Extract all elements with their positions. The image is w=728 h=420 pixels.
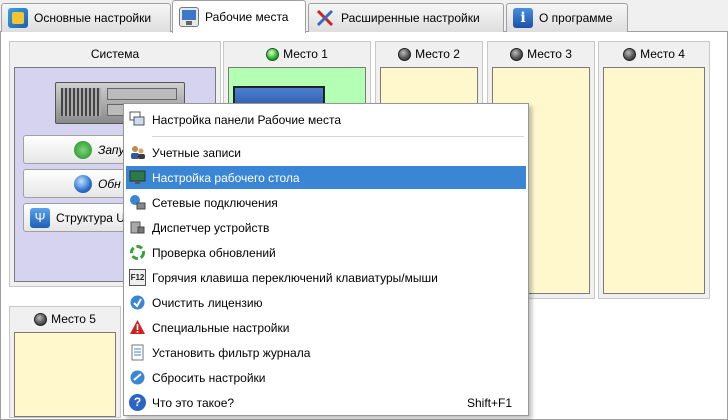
desktop-icon (129, 169, 146, 186)
help-icon: ? (129, 394, 146, 411)
menu-item-desktop-settings[interactable]: Настройка рабочего стола (126, 166, 526, 189)
tab-advanced-settings[interactable]: Расширенные настройки (308, 3, 504, 32)
context-menu: Настройка панели Рабочие места Учетные з… (123, 103, 529, 416)
settings-icon (8, 8, 28, 28)
update-icon (129, 244, 146, 261)
menu-item-accounts[interactable]: Учетные записи (126, 141, 526, 164)
workplaces-icon (179, 7, 199, 27)
f12-key-icon: F12 (129, 269, 146, 286)
status-offline-icon (510, 47, 524, 61)
status-offline-icon (398, 47, 412, 61)
reset-icon (129, 369, 146, 386)
menu-item-special-settings[interactable]: Специальные настройки (126, 316, 526, 339)
network-icon (129, 194, 146, 211)
shortcut-label: Shift+F1 (466, 395, 512, 410)
filter-log-icon (129, 344, 146, 361)
info-icon: i (513, 8, 533, 28)
users-icon (129, 144, 146, 161)
recycle-icon (74, 140, 92, 159)
status-offline-icon (623, 47, 637, 61)
place-5-group[interactable]: Место 5 (9, 306, 121, 418)
menu-item-network-connections[interactable]: Сетевые подключения (126, 191, 526, 214)
menu-item-check-updates[interactable]: Проверка обновлений (126, 241, 526, 264)
place-4-group[interactable]: Место 4 (598, 41, 710, 299)
status-offline-icon (34, 312, 48, 326)
tab-workplaces[interactable]: Рабочие места (172, 0, 306, 33)
license-icon (129, 294, 146, 311)
menu-item-device-manager[interactable]: Диспетчер устройств (126, 216, 526, 239)
menu-item-panel-settings[interactable]: Настройка панели Рабочие места (126, 108, 526, 131)
usb-icon: Ψ (30, 207, 50, 228)
globe-icon (74, 174, 92, 193)
tab-main-settings[interactable]: Основные настройки (1, 3, 171, 32)
place-5-body[interactable] (14, 332, 116, 417)
tab-about[interactable]: i О программе (506, 3, 628, 32)
panel-icon (129, 111, 146, 128)
tools-icon (315, 8, 335, 28)
menu-item-hotkey[interactable]: F12 Горячия клавиша переключений клавиат… (126, 266, 526, 289)
place-4-body[interactable] (603, 67, 705, 294)
tab-bar: Основные настройки Рабочие места Расшире… (0, 0, 728, 33)
menu-separator (152, 136, 524, 137)
devices-icon (129, 219, 146, 236)
status-online-icon (266, 47, 280, 61)
menu-item-clear-license[interactable]: Очистить лицензию (126, 291, 526, 314)
warning-icon (129, 319, 146, 336)
menu-item-log-filter[interactable]: Установить фильтр журнала (126, 341, 526, 364)
menu-item-whats-this[interactable]: ? Что это такое? Shift+F1 (126, 391, 526, 414)
system-title: Система (90, 47, 140, 61)
menu-item-reset-settings[interactable]: Сбросить настройки (126, 366, 526, 389)
